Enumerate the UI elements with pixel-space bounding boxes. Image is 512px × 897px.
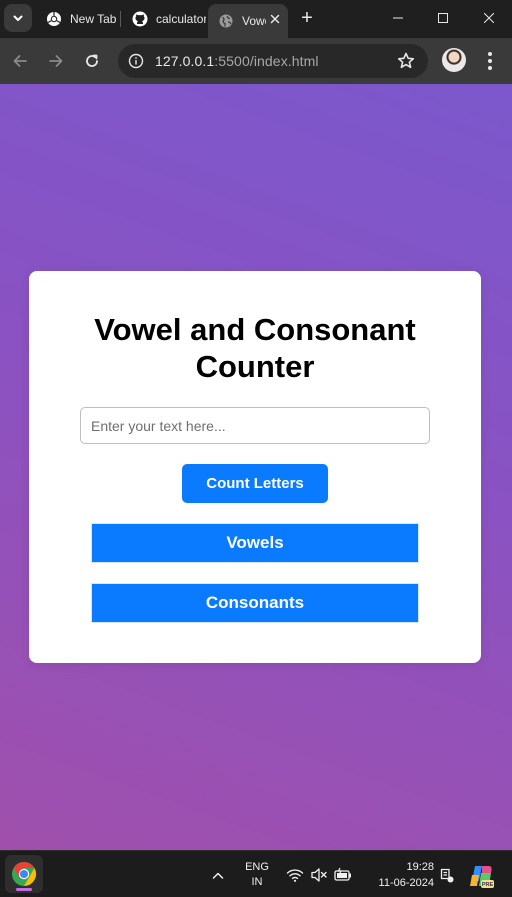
site-info-icon[interactable] bbox=[126, 51, 146, 71]
tab-label: New Tab bbox=[70, 12, 117, 26]
maximize-button[interactable] bbox=[420, 0, 466, 36]
consonants-result: Consonants bbox=[91, 583, 419, 623]
url-path: :5500/index.html bbox=[214, 53, 319, 69]
tab-active-page[interactable]: Vowel and Consonant Counter bbox=[208, 4, 288, 38]
tab-search-button[interactable] bbox=[4, 4, 32, 32]
tab-strip: New Tab calculator Vowel and Consonant C… bbox=[0, 0, 512, 38]
url-host: 127.0.0.1 bbox=[155, 53, 215, 69]
tab-separator bbox=[120, 11, 121, 27]
close-icon bbox=[484, 13, 494, 23]
browser-toolbar: 127.0.0.1:5500/index.html bbox=[0, 38, 512, 84]
close-window-button[interactable] bbox=[466, 0, 512, 36]
page-title: Vowel and Consonant Counter bbox=[94, 312, 416, 384]
tab-new-tab[interactable]: New Tab bbox=[36, 4, 120, 34]
maximize-icon bbox=[438, 13, 448, 23]
active-indicator bbox=[16, 888, 32, 891]
reload-icon bbox=[86, 54, 98, 67]
forward-arrow-icon bbox=[49, 55, 63, 67]
forward-button[interactable] bbox=[41, 46, 71, 76]
region-code: IN bbox=[251, 876, 263, 888]
svg-text:PRE: PRE bbox=[482, 882, 494, 888]
system-clock[interactable]: 19:28 11-06-2024 bbox=[362, 859, 434, 891]
address-bar[interactable]: 127.0.0.1:5500/index.html bbox=[118, 44, 428, 78]
github-icon bbox=[132, 11, 148, 27]
volume-muted-icon[interactable] bbox=[309, 865, 329, 885]
chrome-icon bbox=[46, 11, 62, 27]
taskbar: ENG IN 19:28 11-06-2024 PRE bbox=[0, 850, 512, 897]
tab-calculator[interactable]: calculator bbox=[122, 4, 206, 34]
minimize-icon bbox=[393, 17, 403, 19]
tab-label: Vowel and Consonant Counter bbox=[242, 14, 266, 28]
copilot-icon[interactable]: PRE bbox=[469, 863, 495, 889]
reload-button[interactable] bbox=[77, 46, 107, 76]
globe-icon bbox=[218, 13, 234, 29]
count-letters-button[interactable]: Count Letters bbox=[182, 464, 328, 503]
battery-charging-icon[interactable] bbox=[333, 865, 353, 885]
back-arrow-icon bbox=[13, 55, 27, 67]
counter-card: Vowel and Consonant Counter Count Letter… bbox=[29, 271, 481, 663]
tray-overflow-chevron-up-icon[interactable] bbox=[209, 867, 227, 885]
clock-date: 11-06-2024 bbox=[378, 877, 434, 889]
profile-avatar[interactable] bbox=[442, 48, 466, 72]
taskbar-chrome-button[interactable] bbox=[5, 855, 43, 893]
tab-label: calculator bbox=[156, 12, 206, 26]
chevron-down-icon bbox=[13, 15, 23, 21]
clock-time: 19:28 bbox=[406, 861, 434, 873]
language-code: ENG bbox=[245, 861, 269, 873]
url-text[interactable]: 127.0.0.1:5500/index.html bbox=[155, 53, 319, 69]
more-menu-icon[interactable] bbox=[478, 48, 502, 74]
vowels-result: Vowels bbox=[91, 523, 419, 563]
chrome-icon bbox=[12, 862, 37, 886]
page-viewport: Vowel and Consonant Counter Count Letter… bbox=[0, 84, 512, 850]
back-button[interactable] bbox=[5, 46, 35, 76]
minimize-button[interactable] bbox=[375, 0, 421, 36]
notification-icon[interactable] bbox=[436, 865, 456, 885]
bookmark-star-icon[interactable] bbox=[396, 51, 416, 71]
close-icon[interactable] bbox=[268, 13, 282, 27]
new-tab-button[interactable]: + bbox=[296, 7, 318, 29]
wifi-icon[interactable] bbox=[285, 865, 305, 885]
input-language-indicator[interactable]: ENG IN bbox=[240, 860, 274, 890]
text-input[interactable] bbox=[80, 407, 430, 444]
